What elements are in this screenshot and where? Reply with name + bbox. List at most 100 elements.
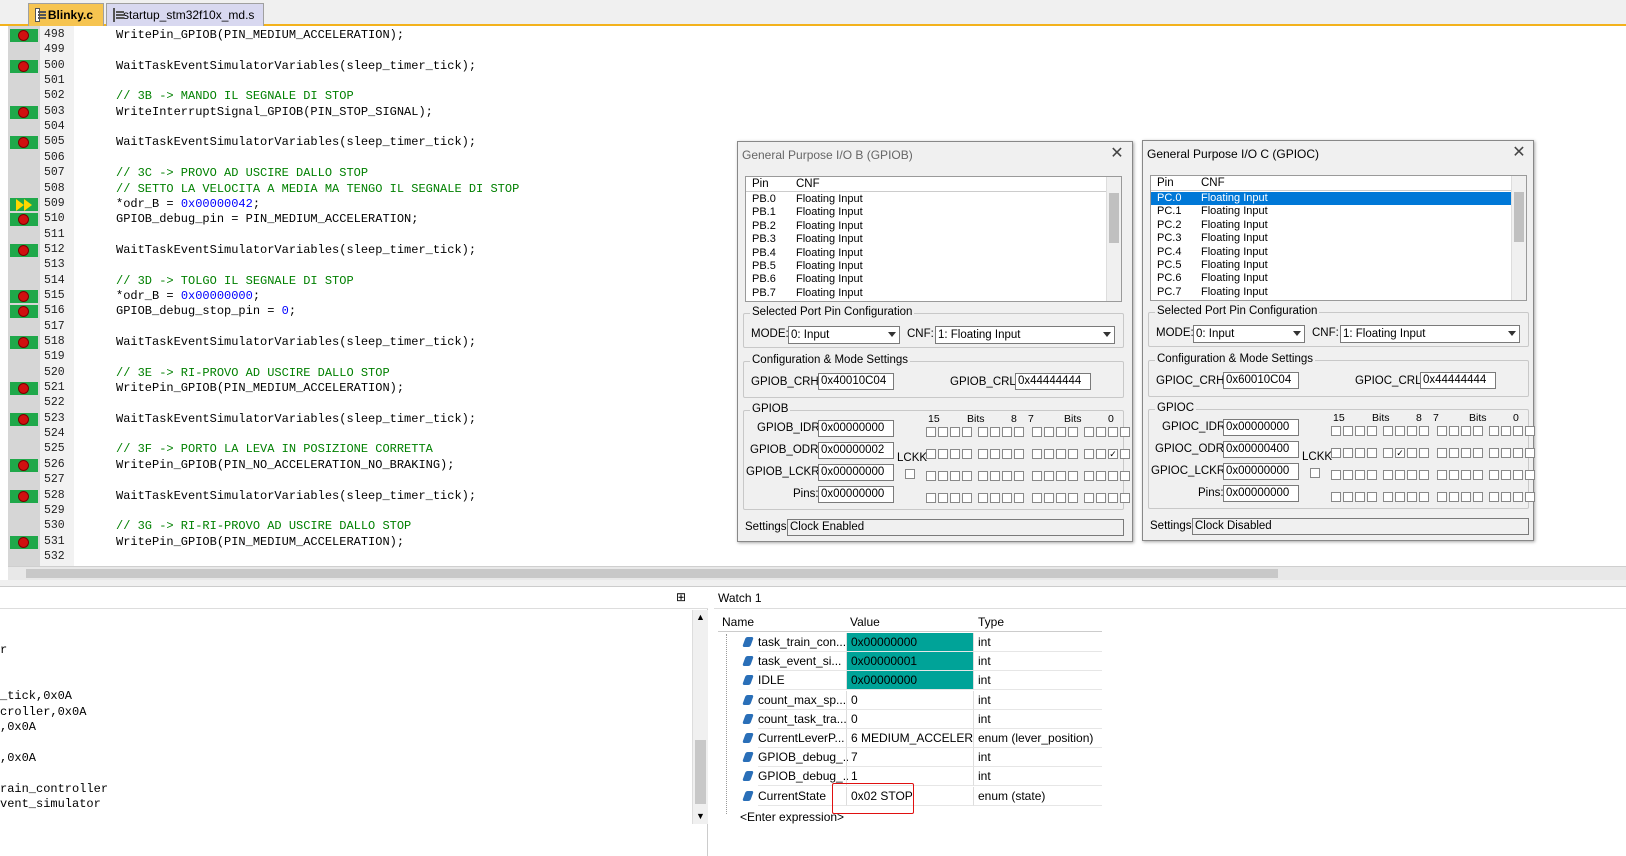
tab-startup-file[interactable]: startup_stm32f10x_md.s xyxy=(106,3,264,26)
bit-checkbox[interactable] xyxy=(1044,471,1054,481)
editor-horizontal-scrollbar[interactable] xyxy=(8,566,1626,580)
bit-checkbox[interactable] xyxy=(1461,448,1471,458)
watch-row[interactable]: task_train_con... 0x00000000 int xyxy=(718,633,1102,652)
code-line[interactable]: // 3E -> RI-PROVO AD USCIRE DALLO STOP xyxy=(116,366,390,380)
scrollbar-thumb[interactable] xyxy=(1514,192,1524,242)
bit-checkbox[interactable] xyxy=(1383,470,1393,480)
bit-checkbox[interactable] xyxy=(1383,448,1393,458)
bit-checkbox[interactable] xyxy=(1473,448,1483,458)
pin-list-item[interactable]: PB.1 Floating Input xyxy=(746,206,1106,219)
bit-checkbox[interactable] xyxy=(938,449,948,459)
breakpoint-marker[interactable] xyxy=(10,136,38,150)
watch-value[interactable]: 6 MEDIUM_ACCELERA... xyxy=(846,729,973,748)
bit-checkbox[interactable] xyxy=(1096,427,1106,437)
bit-checkbox[interactable] xyxy=(990,471,1000,481)
bit-checkbox[interactable] xyxy=(1489,492,1499,502)
code-line[interactable]: *odr_B = 0x00000000; xyxy=(116,289,260,303)
bit-checkbox[interactable] xyxy=(1014,449,1024,459)
bit-checkbox[interactable] xyxy=(1449,448,1459,458)
watch-row[interactable]: task_event_si... 0x00000001 int xyxy=(718,652,1102,672)
bit-checkbox[interactable] xyxy=(1437,448,1447,458)
breakpoint-marker[interactable] xyxy=(10,105,38,119)
bit-checkbox[interactable] xyxy=(1489,448,1499,458)
bit-checkbox[interactable] xyxy=(1473,470,1483,480)
pin-list-item[interactable]: PC.0 Floating Input xyxy=(1151,192,1511,206)
bit-checkbox[interactable] xyxy=(1383,492,1393,502)
bit-checkbox[interactable] xyxy=(978,427,988,437)
crl-field[interactable]: 0x44444444 xyxy=(1420,372,1496,389)
watch-col-value[interactable]: Value xyxy=(850,613,880,631)
bit-checkbox[interactable] xyxy=(926,493,936,503)
bit-checkbox[interactable] xyxy=(978,493,988,503)
bit-checkbox[interactable] xyxy=(1068,493,1078,503)
breakpoint-marker[interactable] xyxy=(10,412,38,426)
gpiob-dialog[interactable]: General Purpose I/O B (GPIOB) ✕ Pin CNF P… xyxy=(737,141,1133,542)
pin-list-item[interactable]: PC.7 Floating Input xyxy=(1151,286,1511,299)
bit-checkbox[interactable] xyxy=(1014,493,1024,503)
bit-checkbox[interactable] xyxy=(1084,471,1094,481)
pin-list-item[interactable]: PB.4 Floating Input xyxy=(746,247,1106,260)
bit-checkbox[interactable] xyxy=(962,471,972,481)
bit-checkbox[interactable] xyxy=(938,471,948,481)
cnf-select[interactable]: 1: Floating Input xyxy=(1340,325,1520,343)
code-line[interactable]: GPIOB_debug_pin = PIN_MEDIUM_ACCELERATIO… xyxy=(116,212,418,226)
bit-checkbox[interactable] xyxy=(1032,493,1042,503)
bit-checkbox[interactable] xyxy=(1513,426,1523,436)
odr-field[interactable]: 0x00000400 xyxy=(1223,441,1299,458)
bit-checkbox[interactable] xyxy=(1355,470,1365,480)
bit-checkbox[interactable] xyxy=(1120,471,1130,481)
code-line[interactable]: WaitTaskEventSimulatorVariables(sleep_ti… xyxy=(116,489,476,503)
bit-checkbox[interactable] xyxy=(1513,448,1523,458)
bit-checkbox[interactable] xyxy=(1501,448,1511,458)
bit-checkbox[interactable] xyxy=(1407,492,1417,502)
watch-row[interactable]: CurrentLeverP...6 MEDIUM_ACCELERA...enum… xyxy=(718,729,1102,748)
breakpoint-marker[interactable] xyxy=(10,305,38,319)
tab-blinky-c[interactable]: Blinky.c xyxy=(28,3,104,26)
breakpoint-marker[interactable] xyxy=(10,243,38,257)
bit-checkbox[interactable] xyxy=(1367,426,1377,436)
bit-checkbox[interactable] xyxy=(1355,448,1365,458)
bit-checkbox[interactable] xyxy=(962,493,972,503)
bit-checkbox[interactable] xyxy=(1419,470,1429,480)
bit-checkbox[interactable] xyxy=(1002,449,1012,459)
code-line[interactable]: GPIOB_debug_stop_pin = 0; xyxy=(116,304,296,318)
bit-checkbox[interactable] xyxy=(1331,448,1341,458)
bit-checkbox[interactable] xyxy=(990,493,1000,503)
pin-list-item[interactable]: PB.0 Floating Input xyxy=(746,193,1106,206)
code-line[interactable]: WritePin_GPIOB(PIN_MEDIUM_ACCELERATION); xyxy=(116,381,404,395)
bit-checkbox[interactable] xyxy=(962,449,972,459)
bit-checkbox[interactable] xyxy=(962,427,972,437)
bit-checkbox[interactable] xyxy=(1056,427,1066,437)
breakpoint-marker[interactable] xyxy=(10,289,38,303)
bit-checkbox[interactable] xyxy=(1044,449,1054,459)
mode-select[interactable]: 0: Input xyxy=(788,326,900,344)
bit-checkbox[interactable] xyxy=(1108,471,1118,481)
pins-field[interactable]: 0x00000000 xyxy=(1223,485,1299,502)
cnf-select[interactable]: 1: Floating Input xyxy=(935,326,1115,344)
pin-list-item[interactable]: PB.7 Floating Input xyxy=(746,287,1106,300)
bit-checkbox[interactable] xyxy=(978,449,988,459)
scroll-up-icon[interactable]: ▲ xyxy=(696,612,705,622)
breakpoint-marker[interactable] xyxy=(10,197,38,211)
bit-checkbox[interactable] xyxy=(1044,427,1054,437)
pin-list-item[interactable]: PB.5 Floating Input xyxy=(746,260,1106,273)
breakpoint-marker[interactable] xyxy=(10,59,38,73)
bit-checkbox[interactable] xyxy=(1473,492,1483,502)
close-icon[interactable]: ✕ xyxy=(1510,144,1528,162)
code-line[interactable]: // 3F -> PORTO LA LEVA IN POSIZIONE CORR… xyxy=(116,442,433,456)
bit-checkbox[interactable] xyxy=(926,449,936,459)
pane-splitter[interactable] xyxy=(0,580,1626,587)
scrollbar-thumb[interactable] xyxy=(1109,193,1119,243)
bit-checkbox[interactable] xyxy=(1437,426,1447,436)
command-vertical-scrollbar[interactable]: ▲ ▼ xyxy=(692,610,708,824)
watch-value[interactable]: 0x00000001 xyxy=(846,652,973,672)
bit-checkbox[interactable] xyxy=(1367,448,1377,458)
bit-checkbox[interactable] xyxy=(1437,470,1447,480)
watch-value[interactable]: 0x00000000 xyxy=(846,671,973,691)
bit-checkbox[interactable] xyxy=(1068,427,1078,437)
bit-checkbox[interactable] xyxy=(1120,493,1130,503)
bit-checkbox[interactable] xyxy=(950,471,960,481)
code-line[interactable]: WaitTaskEventSimulatorVariables(sleep_ti… xyxy=(116,59,476,73)
code-line[interactable]: // 3G -> RI-RI-PROVO AD USCIRE DALLO STO… xyxy=(116,519,411,533)
bit-checkbox[interactable] xyxy=(1002,493,1012,503)
